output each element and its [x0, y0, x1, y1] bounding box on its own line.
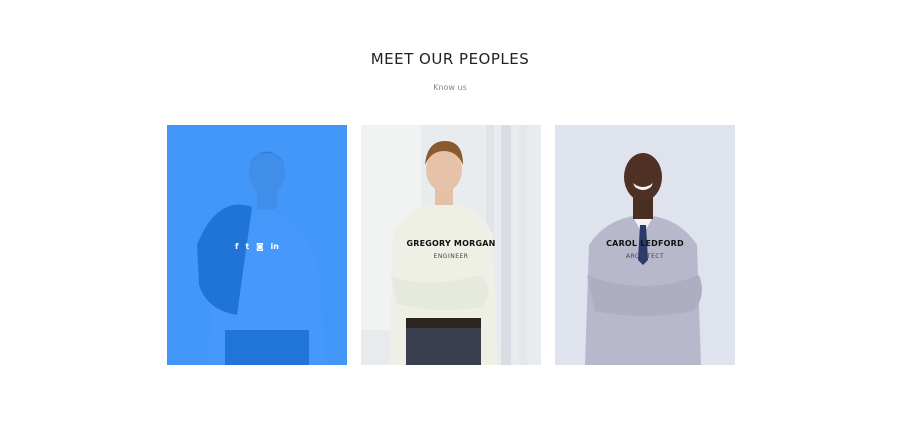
team-member-role: ENGINEER [433, 253, 469, 260]
team-member-role: ARCHITECT [625, 253, 665, 260]
team-member-name: GREGORY MORGAN [406, 239, 496, 248]
linkedin-icon[interactable]: in [271, 242, 279, 251]
team-section: MEET OUR PEOPLES Know us f t ◙ in GREGOR… [0, 0, 900, 441]
team-card-1[interactable]: f t ◙ in [167, 125, 347, 365]
instagram-icon[interactable]: ◙ [256, 242, 264, 251]
social-links: f t ◙ in [167, 242, 347, 251]
twitter-icon[interactable]: t [245, 242, 249, 251]
facebook-icon[interactable]: f [235, 242, 238, 251]
team-card-3[interactable]: CAROL LEDFORD ARCHITECT [555, 125, 735, 365]
section-subtitle: Know us [433, 83, 467, 92]
section-title: MEET OUR PEOPLES [370, 50, 530, 68]
team-member-name: CAROL LEDFORD [606, 239, 684, 248]
team-card-2[interactable]: GREGORY MORGAN ENGINEER [361, 125, 541, 365]
